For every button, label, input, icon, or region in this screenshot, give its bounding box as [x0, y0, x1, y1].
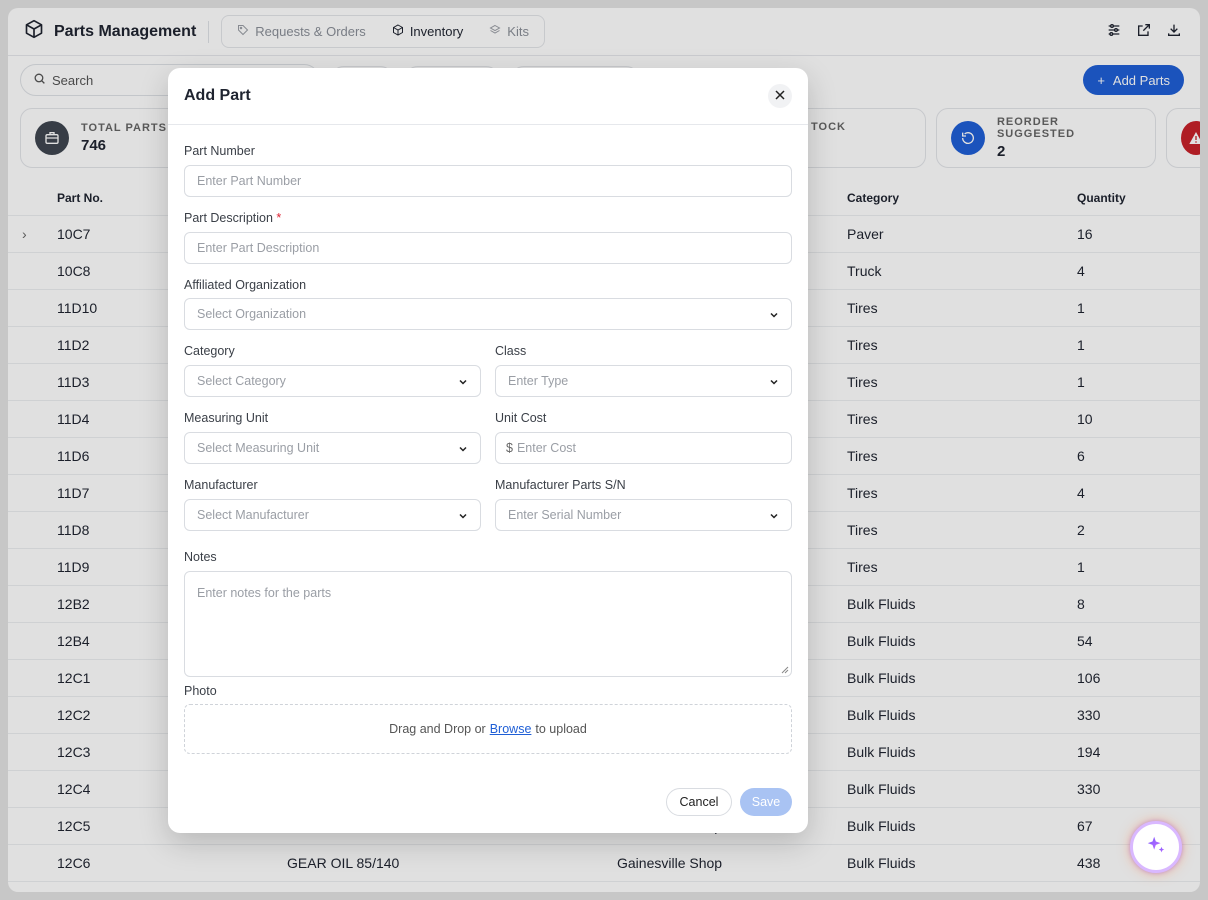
part-description-label-text: Part Description	[184, 211, 273, 225]
organization-select[interactable]: Select Organization	[184, 298, 792, 330]
manufacturer-label: Manufacturer	[184, 478, 258, 492]
manufacturer-placeholder: Select Manufacturer	[197, 508, 309, 522]
chevron-down-icon	[458, 510, 468, 524]
resize-handle-icon[interactable]	[781, 666, 789, 674]
manufacturer-sn-select[interactable]: Enter Serial Number	[495, 499, 792, 531]
measuring-unit-placeholder: Select Measuring Unit	[197, 441, 320, 455]
part-description-input[interactable]: Enter Part Description	[184, 232, 792, 264]
part-description-placeholder: Enter Part Description	[197, 241, 320, 255]
browse-link[interactable]: Browse	[490, 722, 532, 736]
cancel-button[interactable]: Cancel	[666, 788, 732, 816]
save-button[interactable]: Save	[740, 788, 792, 816]
measuring-unit-select[interactable]: Select Measuring Unit	[184, 432, 481, 464]
organization-placeholder: Select Organization	[197, 307, 307, 321]
chevron-down-icon	[458, 443, 468, 457]
part-description-label: Part Description *	[184, 211, 281, 225]
modal-header: Add Part	[168, 68, 808, 125]
notes-textarea[interactable]: Enter notes for the parts	[184, 571, 792, 677]
chevron-down-icon	[458, 376, 468, 390]
close-icon	[775, 87, 785, 105]
dropzone-text: Drag and Drop or	[389, 722, 486, 736]
notes-placeholder: Enter notes for the parts	[197, 586, 332, 600]
ai-assistant-button[interactable]	[1130, 821, 1182, 873]
chevron-down-icon	[769, 510, 779, 524]
measuring-unit-label: Measuring Unit	[184, 411, 269, 425]
category-select[interactable]: Select Category	[184, 365, 481, 397]
currency-prefix: $	[506, 441, 513, 455]
photo-dropzone[interactable]: Drag and Drop or Browse to upload	[184, 704, 792, 754]
manufacturer-sn-placeholder: Enter Serial Number	[508, 508, 622, 522]
class-placeholder: Enter Type	[508, 374, 569, 388]
chevron-down-icon	[769, 309, 779, 323]
modal-title: Add Part	[184, 87, 251, 104]
notes-label: Notes	[184, 550, 217, 564]
class-label: Class	[495, 344, 527, 358]
sparkle-icon	[1145, 834, 1167, 861]
unit-cost-input[interactable]: $ Enter Cost	[495, 432, 792, 464]
photo-label: Photo	[184, 684, 217, 698]
dropzone-text-after: to upload	[535, 722, 587, 736]
unit-cost-placeholder: Enter Cost	[516, 441, 577, 455]
class-select[interactable]: Enter Type	[495, 365, 792, 397]
chevron-down-icon	[769, 376, 779, 390]
organization-label: Affiliated Organization	[184, 278, 307, 292]
manufacturer-sn-label: Manufacturer Parts S/N	[495, 478, 626, 492]
close-button[interactable]	[768, 84, 792, 108]
unit-cost-label: Unit Cost	[495, 411, 547, 425]
required-mark: *	[276, 211, 282, 225]
part-number-label: Part Number	[184, 144, 255, 158]
part-number-input[interactable]: Enter Part Number	[184, 165, 792, 197]
part-number-placeholder: Enter Part Number	[197, 174, 302, 188]
manufacturer-select[interactable]: Select Manufacturer	[184, 499, 481, 531]
category-label: Category	[184, 344, 235, 358]
add-part-modal: Add Part Part Number Enter Part Number P…	[168, 68, 808, 833]
category-placeholder: Select Category	[197, 374, 286, 388]
